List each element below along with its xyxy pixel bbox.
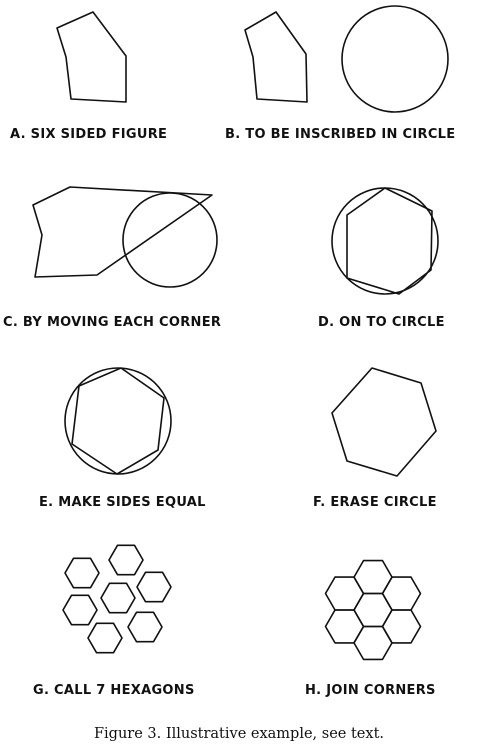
label-a: A. SIX SIDED FIGURE [10, 127, 168, 142]
hexagon-h-7 [381, 609, 422, 644]
hexagon-h-5 [324, 609, 365, 644]
circle-c [122, 192, 218, 288]
hexagon-g-7 [87, 622, 123, 654]
figure-caption: Figure 3. Illustrative example, see text… [93, 726, 385, 742]
hexagon-h-3 [353, 625, 393, 661]
label-f: F. ERASE CIRCLE [313, 495, 437, 510]
label-b: B. TO BE INSCRIBED IN CIRCLE [225, 127, 456, 142]
label-g: G. CALL 7 HEXAGONS [33, 683, 195, 698]
circle-b [341, 5, 449, 113]
regular-hexagon-e [71, 367, 165, 475]
label-c: C. BY MOVING EACH CORNER [3, 315, 222, 330]
hexagon-h-4 [324, 576, 365, 611]
diagram-canvas [32, 5, 449, 661]
hexagon-g-1 [108, 544, 144, 576]
label-h: H. JOIN CORNERS [305, 683, 436, 698]
label-e: E. MAKE SIDES EQUAL [39, 495, 206, 510]
hexagon-g-2 [64, 557, 100, 589]
inscribed-figure-d [346, 187, 433, 295]
hexagon-h-1 [353, 592, 393, 628]
joined-hexagons-h [324, 559, 422, 661]
hexagon-g-6 [127, 611, 163, 643]
seven-hexagons-g [62, 544, 172, 654]
hexagon-h-2 [353, 559, 393, 595]
label-d: D. ON TO CIRCLE [318, 315, 445, 330]
six-sided-figure-a [56, 11, 127, 103]
circle-e [64, 367, 172, 475]
hexagon-h-6 [381, 576, 422, 611]
hexagon-g-4 [100, 582, 136, 614]
moving-figure-c [32, 186, 213, 278]
hexagon-g-3 [136, 571, 172, 603]
hexagon-g-5 [62, 594, 98, 626]
six-sided-figure-b [244, 11, 308, 103]
hexagon-f [331, 367, 437, 477]
